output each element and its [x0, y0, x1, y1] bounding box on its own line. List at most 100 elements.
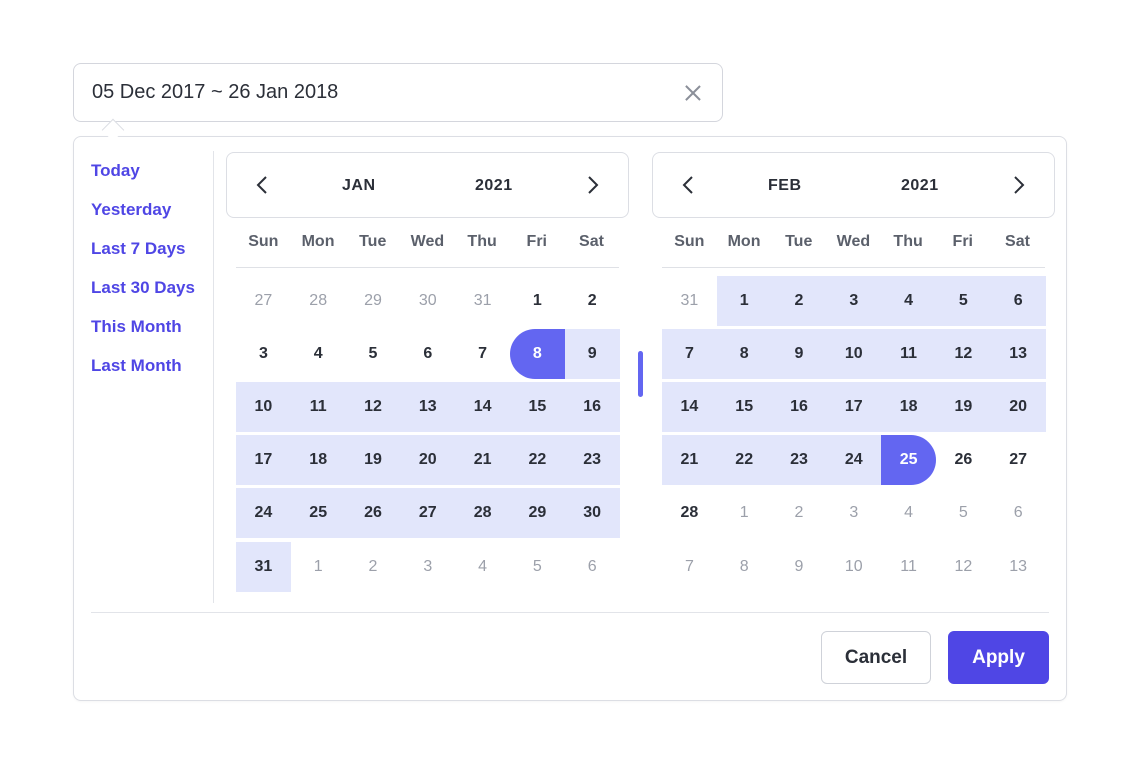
day-cell[interactable]: 7	[662, 328, 717, 379]
day-cell[interactable]: 9	[772, 542, 827, 592]
year-label[interactable]: 2021	[475, 177, 513, 195]
day-cell[interactable]: 23	[771, 435, 827, 486]
day-cell[interactable]: 1	[716, 275, 772, 326]
day-cell[interactable]: 6	[565, 542, 620, 592]
day-cell[interactable]: 21	[455, 435, 510, 486]
day-cell[interactable]: 4	[291, 329, 346, 379]
day-cell[interactable]: 27	[991, 435, 1046, 485]
day-cell[interactable]: 17	[236, 435, 291, 486]
day-cell[interactable]: 15	[716, 381, 772, 432]
day-cell[interactable]: 17	[826, 381, 882, 432]
day-cell[interactable]: 30	[564, 488, 620, 539]
scrollbar-thumb[interactable]	[638, 351, 643, 397]
day-cell[interactable]: 3	[236, 329, 291, 379]
day-cell[interactable]: 21	[662, 435, 717, 486]
day-cell[interactable]: 5	[935, 275, 991, 326]
day-cell[interactable]: 29	[346, 276, 401, 326]
preset-today[interactable]: Today	[91, 157, 195, 196]
day-cell[interactable]: 14	[662, 381, 717, 432]
day-cell[interactable]: 31	[455, 276, 510, 326]
day-cell[interactable]: 11	[881, 542, 936, 592]
chevron-left-icon[interactable]	[677, 173, 701, 197]
day-cell[interactable]: 4	[881, 488, 936, 538]
preset-yesterday[interactable]: Yesterday	[91, 196, 195, 235]
day-cell[interactable]: 8	[717, 542, 772, 592]
chevron-right-icon[interactable]	[580, 173, 604, 197]
day-cell[interactable]: 7	[662, 542, 717, 592]
day-cell[interactable]: 10	[826, 542, 881, 592]
day-cell[interactable]: 27	[236, 276, 291, 326]
chevron-left-icon[interactable]	[251, 173, 275, 197]
day-cell[interactable]: 28	[662, 488, 717, 538]
day-cell[interactable]: 18	[881, 381, 936, 432]
day-cell[interactable]: 1	[291, 542, 346, 592]
day-cell[interactable]: 8	[716, 328, 772, 379]
day-cell[interactable]: 5	[346, 329, 401, 379]
day-cell[interactable]: 2	[771, 275, 827, 326]
day-cell[interactable]: 10	[236, 381, 291, 432]
day-cell[interactable]: 1	[717, 488, 772, 538]
day-cell[interactable]: 31	[662, 276, 717, 326]
day-cell[interactable]: 12	[936, 542, 991, 592]
day-cell[interactable]: 28	[455, 488, 510, 539]
month-label[interactable]: JAN	[342, 177, 376, 195]
day-cell[interactable]: 29	[509, 488, 565, 539]
day-cell[interactable]: 31	[236, 541, 291, 592]
close-icon[interactable]	[682, 82, 704, 104]
day-cell[interactable]: 3	[400, 542, 455, 592]
day-cell[interactable]: 27	[400, 488, 456, 539]
day-cell[interactable]: 22	[716, 435, 772, 486]
day-cell[interactable]: 25	[881, 435, 936, 486]
day-cell[interactable]: 6	[991, 488, 1046, 538]
year-label[interactable]: 2021	[901, 177, 939, 195]
day-cell[interactable]: 6	[990, 275, 1046, 326]
day-cell[interactable]: 2	[565, 276, 620, 326]
day-cell[interactable]: 16	[771, 381, 827, 432]
day-cell[interactable]: 12	[345, 381, 401, 432]
day-cell[interactable]: 8	[509, 328, 565, 379]
day-cell[interactable]: 24	[236, 488, 291, 539]
day-cell[interactable]: 28	[291, 276, 346, 326]
date-range-input[interactable]: 05 Dec 2017 ~ 26 Jan 2018	[73, 63, 723, 122]
day-cell[interactable]: 10	[826, 328, 882, 379]
preset-last-month[interactable]: Last Month	[91, 352, 195, 391]
day-cell[interactable]: 3	[826, 488, 881, 538]
day-cell[interactable]: 18	[290, 435, 346, 486]
day-cell[interactable]: 2	[772, 488, 827, 538]
apply-button[interactable]: Apply	[948, 631, 1049, 684]
day-cell[interactable]: 4	[455, 542, 510, 592]
chevron-right-icon[interactable]	[1006, 173, 1030, 197]
day-cell[interactable]: 15	[509, 381, 565, 432]
day-cell[interactable]: 26	[345, 488, 401, 539]
day-cell[interactable]: 7	[455, 329, 510, 379]
day-cell[interactable]: 11	[881, 328, 936, 379]
day-cell[interactable]: 14	[455, 381, 510, 432]
day-cell[interactable]: 11	[290, 381, 346, 432]
day-cell[interactable]: 13	[991, 542, 1046, 592]
day-cell[interactable]: 20	[990, 381, 1046, 432]
day-cell[interactable]: 5	[936, 488, 991, 538]
day-cell[interactable]: 19	[345, 435, 401, 486]
day-cell[interactable]: 9	[771, 328, 827, 379]
day-cell[interactable]: 12	[935, 328, 991, 379]
day-cell[interactable]: 19	[935, 381, 991, 432]
day-cell[interactable]: 30	[400, 276, 455, 326]
cancel-button[interactable]: Cancel	[821, 631, 931, 684]
day-cell[interactable]: 1	[510, 276, 565, 326]
day-cell[interactable]: 16	[564, 381, 620, 432]
day-cell[interactable]: 13	[400, 381, 456, 432]
day-cell[interactable]: 26	[936, 435, 991, 485]
day-cell[interactable]: 13	[990, 328, 1046, 379]
preset-last-30-days[interactable]: Last 30 Days	[91, 274, 195, 313]
day-cell[interactable]: 2	[346, 542, 401, 592]
day-cell[interactable]: 9	[564, 328, 620, 379]
day-cell[interactable]: 22	[509, 435, 565, 486]
day-cell[interactable]: 20	[400, 435, 456, 486]
day-cell[interactable]: 3	[826, 275, 882, 326]
day-cell[interactable]: 23	[564, 435, 620, 486]
preset-last-7-days[interactable]: Last 7 Days	[91, 235, 195, 274]
day-cell[interactable]: 5	[510, 542, 565, 592]
day-cell[interactable]: 4	[881, 275, 936, 326]
preset-this-month[interactable]: This Month	[91, 313, 195, 352]
day-cell[interactable]: 25	[290, 488, 346, 539]
